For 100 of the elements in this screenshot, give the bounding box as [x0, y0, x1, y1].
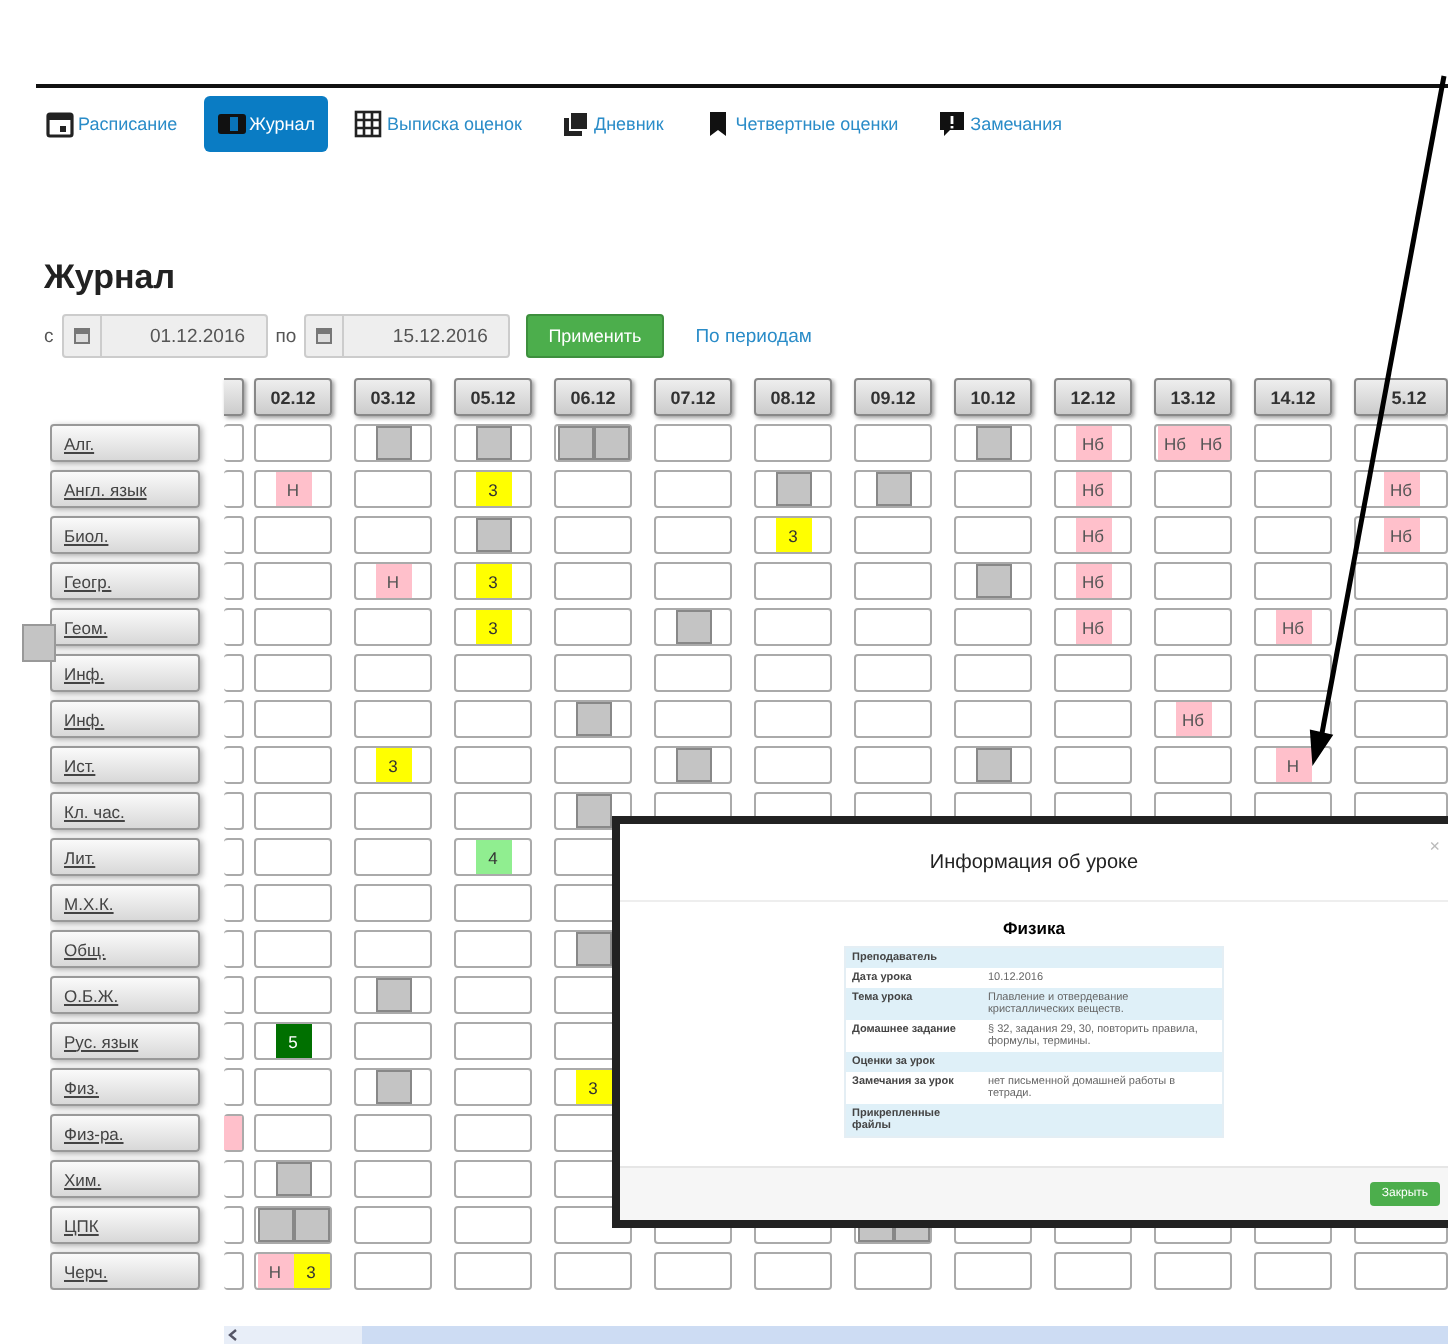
grade-mark[interactable]: 5 — [275, 1024, 311, 1058]
grade-cell[interactable] — [854, 562, 932, 600]
grade-mark[interactable]: 3 — [475, 564, 511, 598]
grade-cell[interactable] — [454, 976, 532, 1014]
subject-button[interactable]: Кл. час. — [50, 792, 200, 830]
grade-cell[interactable] — [224, 838, 244, 876]
grade-cell[interactable] — [454, 1022, 532, 1060]
grade-cell[interactable] — [1354, 1252, 1448, 1290]
grade-cell[interactable] — [254, 838, 332, 876]
grade-cell[interactable]: Нб — [1154, 700, 1232, 738]
grade-cell[interactable] — [354, 1252, 432, 1290]
grade-cell[interactable] — [254, 746, 332, 784]
absence-mark[interactable]: Нб — [1075, 610, 1111, 644]
subject-button[interactable]: Физ-ра. — [50, 1114, 200, 1152]
grade-cell[interactable] — [854, 654, 932, 692]
grade-cell[interactable]: 3 — [454, 608, 532, 646]
grade-cell[interactable] — [354, 838, 432, 876]
grade-cell[interactable] — [654, 608, 732, 646]
lesson-mark[interactable] — [675, 748, 711, 782]
grade-cell[interactable] — [454, 1160, 532, 1198]
grade-cell[interactable] — [1254, 562, 1332, 600]
grade-cell[interactable] — [254, 930, 332, 968]
grade-cell[interactable] — [854, 516, 932, 554]
grade-cell[interactable]: Нб — [1354, 470, 1448, 508]
grade-cell[interactable] — [954, 700, 1032, 738]
grade-mark[interactable]: 3 — [575, 1070, 611, 1104]
lesson-mark[interactable] — [375, 978, 411, 1012]
grade-cell[interactable] — [854, 700, 932, 738]
absence-mark[interactable]: Н — [257, 1254, 293, 1288]
grade-cell[interactable]: 4 — [454, 838, 532, 876]
grade-cell[interactable] — [354, 700, 432, 738]
subject-button[interactable]: Инф. — [50, 700, 200, 738]
grade-cell[interactable] — [254, 792, 332, 830]
grade-cell[interactable] — [354, 1160, 432, 1198]
grade-cell[interactable] — [654, 562, 732, 600]
grade-cell[interactable] — [224, 700, 244, 738]
grade-cell[interactable] — [224, 746, 244, 784]
subject-button[interactable]: ЦПК — [50, 1206, 200, 1244]
calendar-icon[interactable] — [314, 326, 335, 346]
lesson-mark[interactable] — [475, 518, 511, 552]
grade-cell[interactable] — [654, 470, 732, 508]
nav-tab[interactable]: Расписание — [32, 96, 192, 152]
grade-cell[interactable] — [354, 516, 432, 554]
grade-cell[interactable] — [354, 930, 432, 968]
grade-cell[interactable]: 3 — [354, 746, 432, 784]
nav-tab[interactable]: Четвертные оценки — [689, 96, 913, 152]
grade-cell[interactable] — [354, 608, 432, 646]
grade-cell[interactable] — [224, 562, 244, 600]
absence-mark[interactable]: Нб — [1383, 472, 1419, 506]
grade-cell[interactable]: Нб — [1254, 608, 1332, 646]
grade-cell[interactable] — [224, 424, 244, 462]
grade-cell[interactable] — [254, 700, 332, 738]
grade-cell[interactable]: Н — [1254, 746, 1332, 784]
absence-mark[interactable]: Н — [375, 564, 411, 598]
grade-cell[interactable] — [354, 1022, 432, 1060]
subject-button[interactable]: Лит. — [50, 838, 200, 876]
grade-cell[interactable] — [754, 654, 832, 692]
grade-cell[interactable] — [224, 1160, 244, 1198]
grade-cell[interactable] — [224, 470, 244, 508]
periods-link[interactable]: По периодам — [695, 325, 812, 347]
grade-cell[interactable] — [654, 654, 732, 692]
lesson-mark[interactable] — [775, 472, 811, 506]
lesson-mark[interactable] — [293, 1208, 329, 1242]
grade-cell[interactable]: Нб — [1054, 516, 1132, 554]
grade-cell[interactable] — [854, 608, 932, 646]
absence-mark[interactable]: Нб — [1275, 610, 1311, 644]
grade-cell[interactable] — [454, 792, 532, 830]
grade-cell[interactable] — [754, 424, 832, 462]
grade-cell[interactable] — [254, 976, 332, 1014]
lesson-mark[interactable] — [975, 748, 1011, 782]
grade-cell[interactable] — [654, 746, 732, 784]
grade-cell[interactable]: 3 — [454, 562, 532, 600]
grade-cell[interactable] — [1154, 562, 1232, 600]
grade-cell[interactable] — [754, 700, 832, 738]
grade-cell[interactable] — [224, 1206, 244, 1244]
from-date-field[interactable]: 01.12.2016 — [61, 314, 268, 358]
grade-cell[interactable] — [1354, 562, 1448, 600]
lesson-mark[interactable] — [375, 426, 411, 460]
grade-cell[interactable] — [454, 1252, 532, 1290]
grade-cell[interactable] — [1354, 608, 1448, 646]
grade-cell[interactable] — [1254, 470, 1332, 508]
grade-cell[interactable] — [254, 1206, 332, 1244]
grade-cell[interactable] — [1354, 746, 1448, 784]
grade-cell[interactable] — [1054, 654, 1132, 692]
grade-cell[interactable] — [954, 470, 1032, 508]
grade-cell[interactable] — [1254, 516, 1332, 554]
grade-cell[interactable] — [454, 1114, 532, 1152]
grade-cell[interactable] — [654, 424, 732, 462]
subject-button[interactable]: Черч. — [50, 1252, 200, 1290]
grade-cell[interactable] — [1154, 746, 1232, 784]
grade-cell[interactable] — [854, 470, 932, 508]
grade-mark[interactable]: 4 — [475, 840, 511, 874]
grade-cell[interactable] — [354, 470, 432, 508]
grade-cell[interactable] — [754, 470, 832, 508]
absence-mark[interactable]: Нб — [1075, 426, 1111, 460]
grade-cell[interactable]: Н — [354, 562, 432, 600]
lesson-mark[interactable] — [575, 702, 611, 736]
subject-button[interactable]: Физ. — [50, 1068, 200, 1106]
grade-cell[interactable] — [754, 746, 832, 784]
lesson-mark[interactable] — [975, 426, 1011, 460]
